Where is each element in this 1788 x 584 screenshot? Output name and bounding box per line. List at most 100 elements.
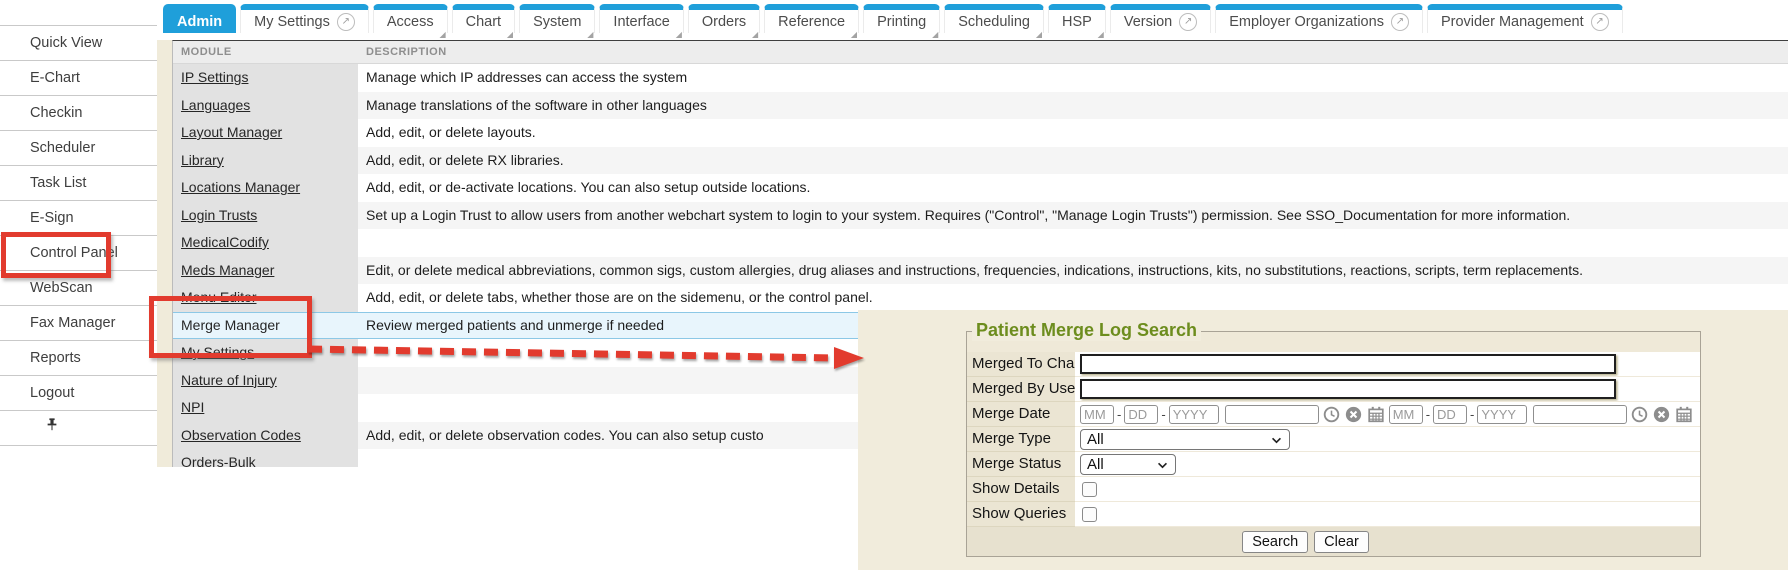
panel-label-merged-to-chart: Merged To Chart	[967, 352, 1075, 377]
module-link[interactable]: Login Trusts	[181, 207, 257, 223]
panel-field-show-details	[1075, 477, 1700, 502]
module-cell: Orders-Bulk	[173, 449, 358, 467]
module-cell: MedicalCodify	[173, 229, 358, 257]
show-details-checkbox[interactable]	[1082, 482, 1097, 497]
tab-label: Employer Organizations	[1229, 14, 1384, 30]
merge-panel-overlay: Patient Merge Log Search Merged To Chart…	[858, 310, 1788, 570]
tab-label: Printing	[877, 14, 926, 30]
merge-date-end-mm-input[interactable]	[1389, 405, 1423, 424]
sidebar-item-label: Scheduler	[30, 140, 95, 156]
clear-icon-end[interactable]	[1653, 406, 1670, 423]
date-separator: -	[1426, 407, 1430, 422]
panel-row-merged-to-chart: Merged To Chart	[967, 352, 1700, 377]
calendar-icon-start[interactable]	[1367, 406, 1385, 423]
module-link[interactable]: MedicalCodify	[181, 234, 269, 250]
tab-chart[interactable]: Chart◢	[452, 4, 515, 33]
tab-provider-management[interactable]: Provider Management↗	[1427, 4, 1623, 33]
external-link-icon: ↗	[1391, 13, 1409, 31]
merge-date-start-yyyy-input[interactable]	[1169, 405, 1219, 424]
tab-reference[interactable]: Reference◢	[764, 4, 859, 33]
panel-field-merge-type: All	[1075, 427, 1700, 452]
sidebar-item-quick-view[interactable]: Quick View	[0, 26, 157, 61]
module-link[interactable]: Languages	[181, 97, 250, 113]
annotation-arrow	[300, 336, 872, 374]
module-link[interactable]: IP Settings	[181, 69, 248, 85]
sidebar-item-label: E-Chart	[30, 70, 80, 86]
module-description: Set up a Login Trust to allow users from…	[358, 202, 1788, 230]
patient-merge-log-search-panel: Patient Merge Log Search Merged To Chart…	[966, 331, 1701, 557]
module-link[interactable]: Meds Manager	[181, 262, 274, 278]
tab-bar: AdminMy Settings↗Access◢Chart◢System◢Int…	[157, 4, 1623, 33]
module-cell: Languages	[173, 92, 358, 120]
tab-access[interactable]: Access◢	[373, 4, 448, 33]
dropdown-fold-icon: ◢	[587, 31, 593, 39]
module-description: Edit, or delete medical abbreviations, c…	[358, 257, 1788, 285]
sidebar-item-logout[interactable]: Logout	[0, 376, 157, 411]
merge-status-select[interactable]: All	[1080, 454, 1176, 475]
merge-date-end-time-input[interactable]	[1533, 405, 1627, 424]
merge-status-value: All	[1087, 456, 1104, 473]
sidebar-item-label: E-Sign	[30, 210, 74, 226]
sidebar-item-pin[interactable]	[0, 411, 157, 446]
sidebar-item-e-chart[interactable]: E-Chart	[0, 61, 157, 96]
tab-scheduling[interactable]: Scheduling◢	[944, 4, 1044, 33]
tab-employer-organizations[interactable]: Employer Organizations ↗	[1215, 4, 1423, 33]
sidebar: Quick View E-Chart Checkin Scheduler Task Li…	[0, 0, 157, 584]
tab-label: Scheduling	[958, 14, 1030, 30]
panel-label-merged-by-user: Merged By User	[967, 377, 1075, 402]
module-link[interactable]: Layout Manager	[181, 124, 282, 140]
tab-interface[interactable]: Interface◢	[599, 4, 683, 33]
sidebar-item-checkin[interactable]: Checkin	[0, 96, 157, 131]
module-cell: Login Trusts	[173, 202, 358, 230]
module-link[interactable]: Orders-Bulk	[181, 454, 256, 467]
dropdown-fold-icon: ◢	[752, 31, 758, 39]
tab-system[interactable]: System◢	[519, 4, 595, 33]
clock-icon-end[interactable]	[1631, 406, 1648, 423]
show-queries-checkbox[interactable]	[1082, 507, 1097, 522]
merge-date-start-mm-input[interactable]	[1080, 405, 1114, 424]
module-table-header: MODULE DESCRIPTION	[173, 41, 1788, 64]
tab-label: Chart	[466, 14, 501, 30]
merge-date-end-yyyy-input[interactable]	[1477, 405, 1527, 424]
merge-date-start-time-input[interactable]	[1225, 405, 1319, 424]
table-row: Locations Manager Add, edit, or de-activa…	[173, 174, 1788, 202]
module-link[interactable]: Library	[181, 152, 224, 168]
sidebar-item-fax-manager[interactable]: Fax Manager	[0, 306, 157, 341]
date-separator: -	[1470, 407, 1474, 422]
tab-my-settings[interactable]: My Settings↗	[240, 4, 369, 33]
panel-row-show-queries: Show Queries	[967, 502, 1700, 527]
module-description: Add, edit, or de-activate locations. You…	[358, 174, 1788, 202]
module-link[interactable]: Nature of Injury	[181, 372, 277, 388]
sidebar-item-reports[interactable]: Reports	[0, 341, 157, 376]
calendar-icon-end[interactable]	[1675, 406, 1693, 423]
sidebar-item-task-list[interactable]: Task List	[0, 166, 157, 201]
search-button[interactable]: Search	[1242, 531, 1308, 553]
clock-icon-start[interactable]	[1323, 406, 1340, 423]
sidebar-item-label: Fax Manager	[30, 315, 115, 331]
tab-label: Interface	[613, 14, 669, 30]
module-link[interactable]: Locations Manager	[181, 179, 300, 195]
tab-orders[interactable]: Orders◢	[688, 4, 760, 33]
table-row: IP SettingsManage which IP addresses can…	[173, 64, 1788, 92]
merge-date-end-dd-input[interactable]	[1433, 405, 1467, 424]
module-link[interactable]: Observation Codes	[181, 427, 301, 443]
merged-to-chart-input[interactable]	[1080, 354, 1616, 374]
clear-icon-start[interactable]	[1345, 406, 1362, 423]
sidebar-item-e-sign[interactable]: E-Sign	[0, 201, 157, 236]
tab-hsp[interactable]: HSP◢	[1048, 4, 1106, 33]
clear-button[interactable]: Clear	[1314, 531, 1369, 553]
merged-by-user-input[interactable]	[1080, 379, 1616, 399]
tab-label: System	[533, 14, 581, 30]
sidebar-item-scheduler[interactable]: Scheduler	[0, 131, 157, 166]
merge-date-start-dd-input[interactable]	[1124, 405, 1158, 424]
tab-admin[interactable]: Admin	[163, 4, 236, 33]
module-link[interactable]: NPI	[181, 399, 204, 415]
dropdown-fold-icon: ◢	[676, 31, 682, 39]
tab-version[interactable]: Version↗	[1110, 4, 1211, 33]
chevron-down-icon	[1271, 431, 1282, 448]
sidebar-item-label: Reports	[30, 350, 81, 366]
merge-type-select[interactable]: All	[1080, 429, 1290, 450]
tab-printing[interactable]: Printing◢	[863, 4, 940, 33]
panel-label-show-details: Show Details	[967, 477, 1075, 502]
tab-label: Provider Management	[1441, 14, 1584, 30]
